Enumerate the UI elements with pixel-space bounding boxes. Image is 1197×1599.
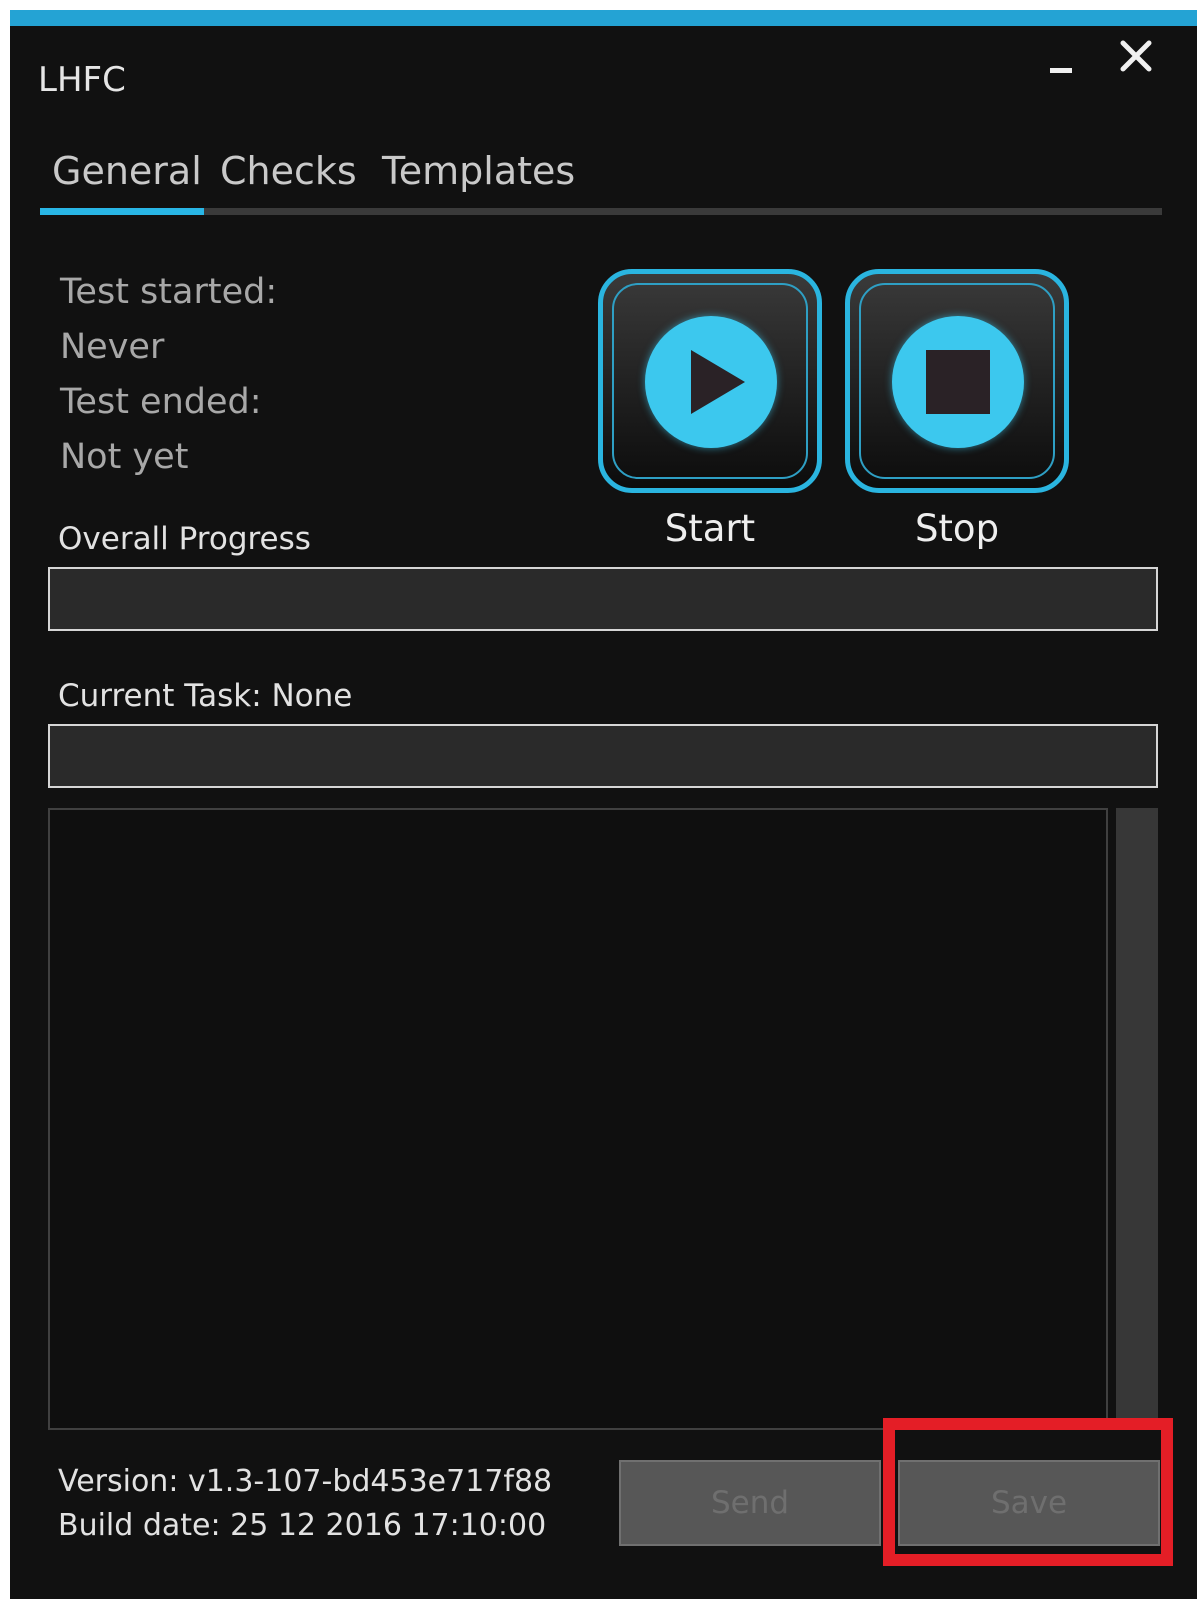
- test-ended-value: Not yet: [60, 437, 189, 477]
- version-text: Version: v1.3-107-bd453e717f88: [58, 1464, 553, 1499]
- save-button[interactable]: Save: [898, 1460, 1160, 1546]
- tab-checks[interactable]: Checks: [220, 148, 357, 194]
- window-title: LHFC: [38, 60, 126, 100]
- log-scrollbar[interactable]: [1116, 808, 1158, 1430]
- test-started-label: Test started:: [60, 272, 278, 312]
- app-window: LHFC General Checks Templates Test start…: [10, 10, 1197, 1599]
- window-accent-bar: [10, 10, 1197, 26]
- tab-selected-indicator: [40, 208, 204, 215]
- start-button[interactable]: [598, 269, 822, 493]
- tab-track: [40, 208, 1162, 215]
- play-icon: [691, 350, 745, 414]
- test-started-value: Never: [60, 327, 165, 367]
- minimize-icon[interactable]: [1050, 68, 1072, 73]
- tab-general[interactable]: General: [52, 148, 202, 194]
- test-ended-label: Test ended:: [60, 382, 262, 422]
- close-icon[interactable]: [1118, 38, 1154, 74]
- current-task-progress-bar: [48, 724, 1158, 788]
- stop-icon: [926, 350, 990, 414]
- start-label: Start: [664, 507, 756, 550]
- build-date-text: Build date: 25 12 2016 17:10:00: [58, 1508, 547, 1543]
- log-output-area[interactable]: [48, 808, 1108, 1430]
- send-button[interactable]: Send: [619, 1460, 881, 1546]
- stop-label: Stop: [914, 507, 1000, 550]
- current-task-label: Current Task: None: [58, 678, 353, 714]
- tab-templates[interactable]: Templates: [382, 148, 575, 194]
- overall-progress-bar: [48, 567, 1158, 631]
- overall-progress-label: Overall Progress: [58, 521, 311, 557]
- stop-button[interactable]: [845, 269, 1069, 493]
